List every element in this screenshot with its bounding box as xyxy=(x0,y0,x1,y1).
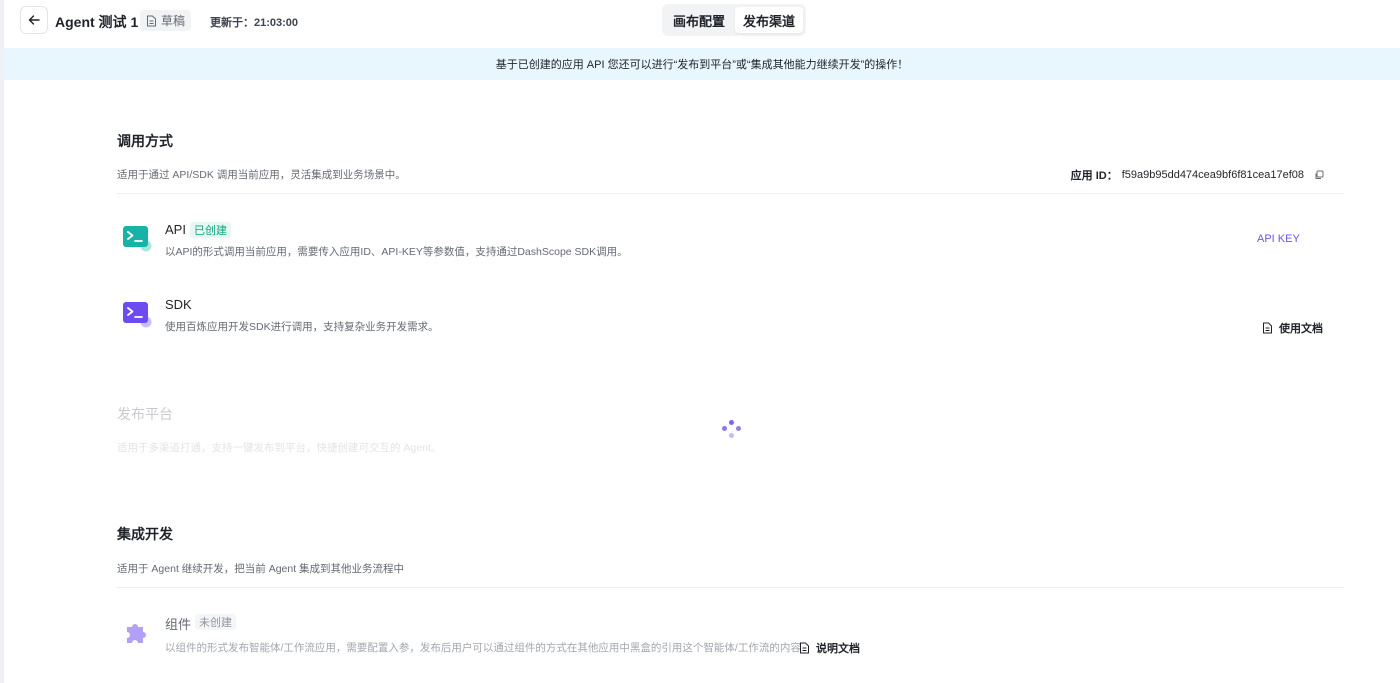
tab-bar: 画布配置 发布渠道 xyxy=(662,4,807,36)
draft-label: 草稿 xyxy=(161,14,186,28)
terminal-icon xyxy=(123,226,152,252)
tab-publish-channel[interactable]: 发布渠道 xyxy=(735,7,804,33)
left-edge xyxy=(0,0,4,683)
loading-spinner-icon xyxy=(721,420,743,442)
app-id-value: f59a9b95dd474cea9bf6f81cea17ef08 xyxy=(1121,169,1304,181)
app-id: 应用 ID： f59a9b95dd474cea9bf6f81cea17ef08 xyxy=(1071,167,1324,183)
tab-canvas-config[interactable]: 画布配置 xyxy=(665,7,733,33)
copy-icon[interactable] xyxy=(1314,170,1324,180)
document-icon xyxy=(147,15,156,26)
invoke-divider xyxy=(117,193,1344,194)
component-docs-label: 说明文档 xyxy=(816,643,860,655)
status-badge-created: 已创建 xyxy=(190,222,231,238)
document-icon xyxy=(1263,322,1272,334)
integrate-divider xyxy=(117,587,1344,588)
banner-text: 基于已创建的应用 API 您还可以进行“发布到平台”或“集成其他能力继续开发”的… xyxy=(495,59,909,71)
api-key-link[interactable]: API KEY xyxy=(1257,233,1300,245)
status-badge-not-created: 未创建 xyxy=(195,614,236,630)
invoke-section-title: 调用方式 xyxy=(117,133,173,149)
publish-section-desc: 适用于多渠道打通，支持一键发布到平台，快捷创建可交互的 Agent。 xyxy=(117,442,442,454)
puzzle-icon xyxy=(127,624,146,643)
sdk-name: SDK xyxy=(165,297,192,312)
component-desc: 以组件的形式发布智能体/工作流应用，需要配置入参，发布后用户可以通过组件的方式在… xyxy=(165,642,801,654)
updated-time: 更新于：21:03:00 xyxy=(210,17,299,29)
integrate-section-desc: 适用于 Agent 继续开发，把当前 Agent 集成到其他业务流程中 xyxy=(117,563,405,575)
component-name: 组件 xyxy=(165,617,192,632)
component-docs-link[interactable]: 说明文档 xyxy=(799,640,860,656)
back-button[interactable] xyxy=(20,6,48,34)
info-banner: 基于已创建的应用 API 您还可以进行“发布到平台”或“集成其他能力继续开发”的… xyxy=(4,48,1400,80)
api-name: API xyxy=(165,222,186,237)
sdk-docs-link[interactable]: 使用文档 xyxy=(1262,320,1323,336)
document-icon xyxy=(800,642,809,654)
invoke-section-desc: 适用于通过 API/SDK 调用当前应用，灵活集成到业务场景中。 xyxy=(117,169,406,181)
api-desc: 以API的形式调用当前应用，需要传入应用ID、API-KEY等参数值，支持通过D… xyxy=(165,246,628,258)
draft-badge: 草稿 xyxy=(140,10,192,31)
terminal-icon xyxy=(123,302,152,328)
top-header: Agent 测试 1 草稿 更新于：21:03:00 画布配置 发布渠道 xyxy=(4,0,1400,44)
app-id-label: 应用 ID： xyxy=(1070,170,1118,182)
publish-section-title: 发布平台 xyxy=(117,406,173,422)
integrate-section-title: 集成开发 xyxy=(117,526,173,542)
sdk-docs-label: 使用文档 xyxy=(1279,323,1323,335)
arrow-left-icon xyxy=(28,15,40,25)
sdk-desc: 使用百炼应用开发SDK进行调用，支持复杂业务开发需求。 xyxy=(165,321,439,333)
app-title: Agent 测试 1 xyxy=(55,14,139,30)
